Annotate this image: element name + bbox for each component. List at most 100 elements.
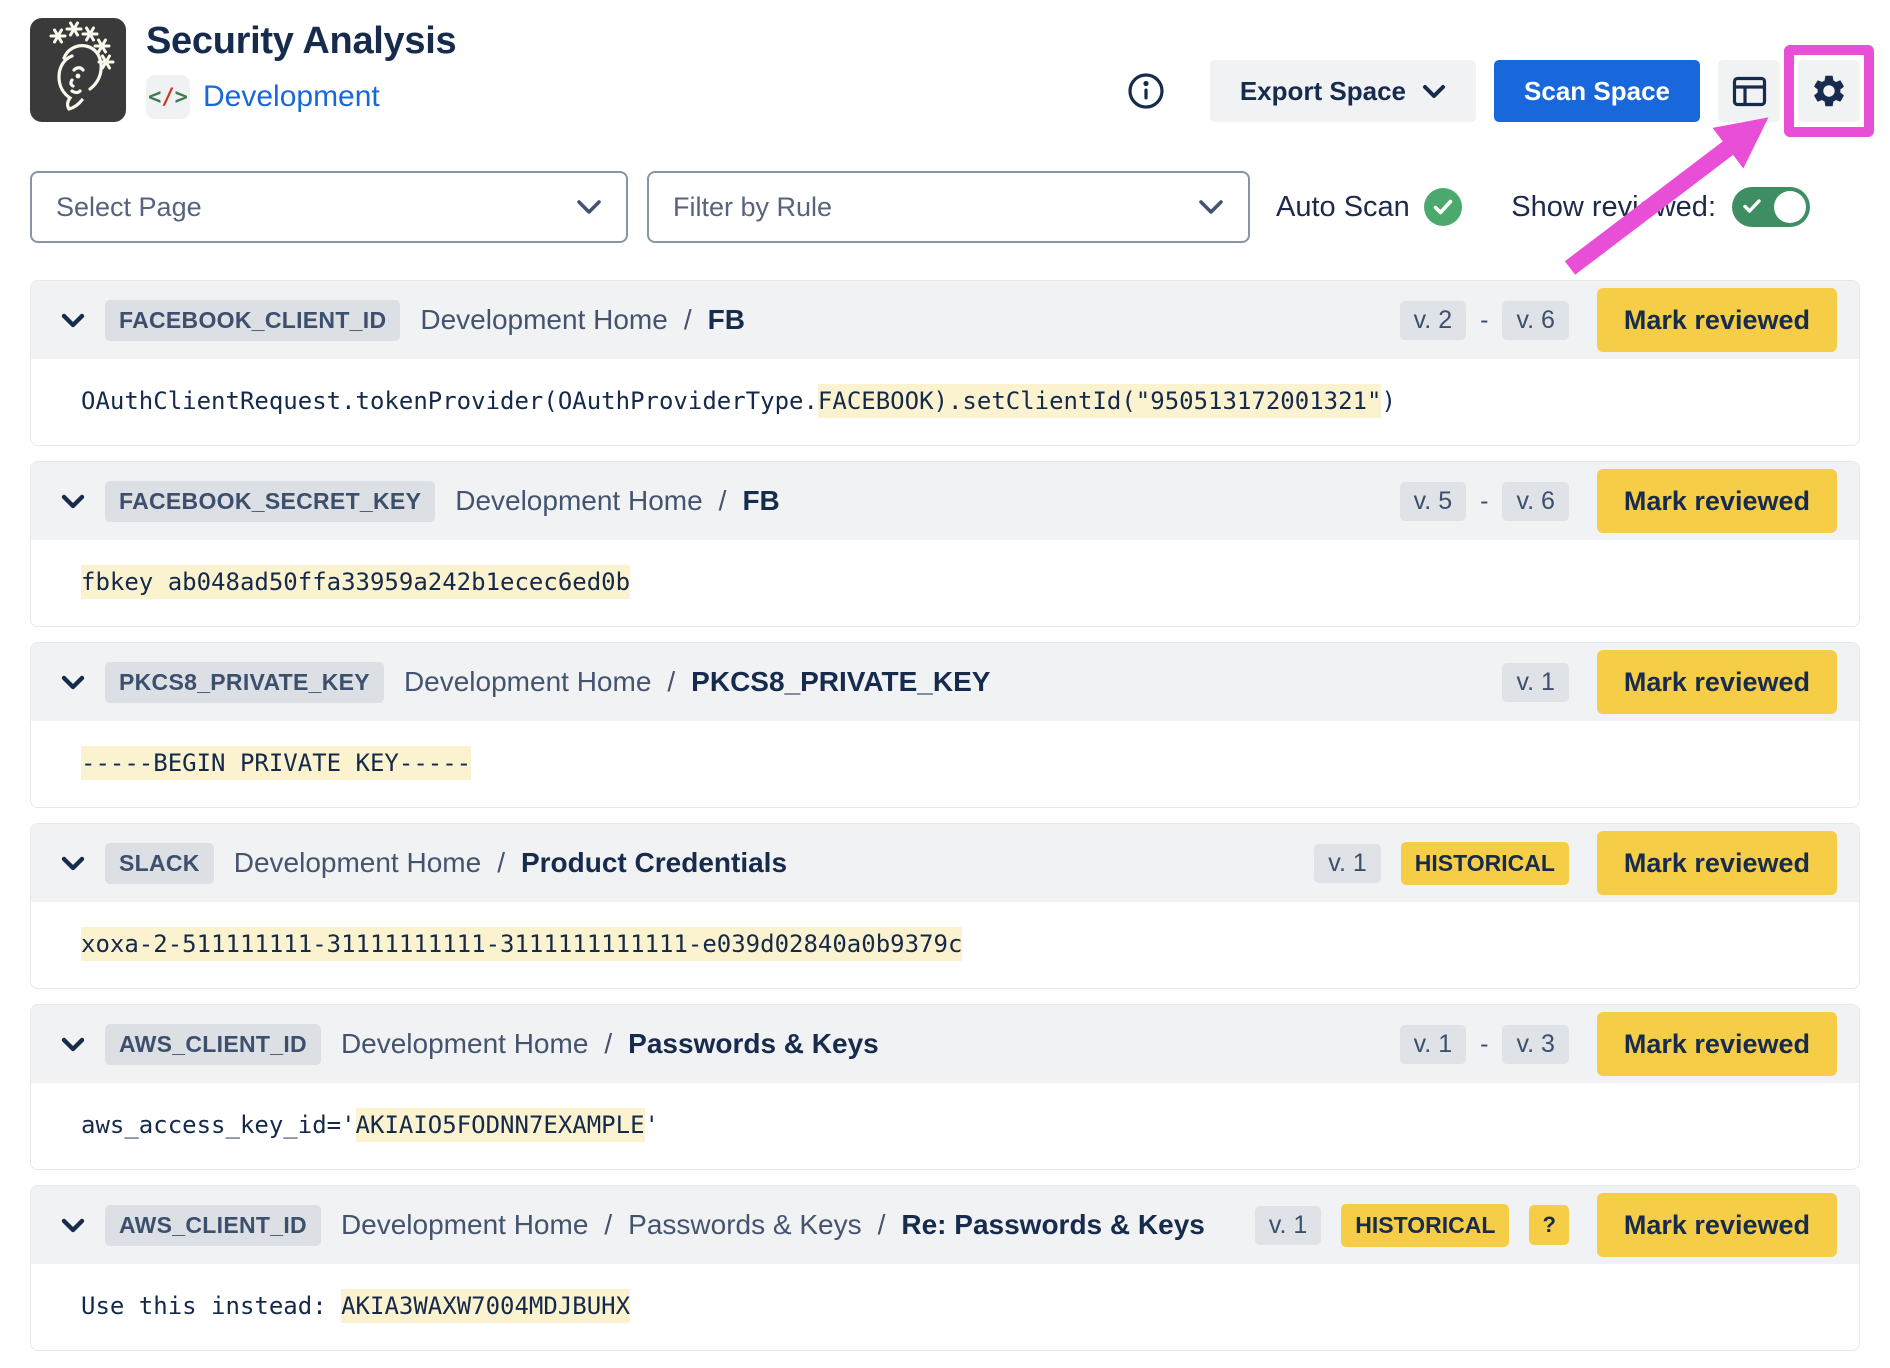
version-range-dash: - [1480, 306, 1488, 335]
chevron-down-icon [576, 199, 602, 215]
rule-badge: FACEBOOK_SECRET_KEY [105, 481, 435, 522]
gear-icon [1810, 72, 1848, 110]
mark-reviewed-button[interactable]: Mark reviewed [1597, 831, 1837, 895]
space-link[interactable]: Development [203, 80, 380, 114]
breadcrumb-item[interactable]: Development Home [341, 1028, 588, 1060]
breadcrumb: Development Home / PKCS8_PRIVATE_KEY [404, 666, 991, 698]
code-text: aws_access_key_id=' [81, 1111, 356, 1139]
finding-header: FACEBOOK_CLIENT_ID Development Home/FB v… [31, 281, 1859, 359]
version-badge: v. 6 [1502, 482, 1568, 521]
breadcrumb: Development Home / FB [455, 485, 780, 517]
rule-badge: FACEBOOK_CLIENT_ID [105, 300, 400, 341]
finding-card: AWS_CLIENT_ID Development Home / Passwords… [30, 1185, 1860, 1351]
breadcrumb-item[interactable]: Development Home [404, 666, 651, 698]
info-icon[interactable] [1126, 71, 1166, 111]
finding-header: AWS_CLIENT_ID Development Home/Passwords… [31, 1005, 1859, 1083]
breadcrumb-separator: / [667, 666, 675, 698]
expand-chevron-icon[interactable] [61, 1037, 85, 1052]
expand-chevron-icon[interactable] [61, 494, 85, 509]
breadcrumb-separator: / [604, 1209, 612, 1241]
sidebar-layout-button[interactable] [1718, 60, 1780, 122]
code-text: Use this instead: [81, 1292, 341, 1320]
secret-highlight: -----BEGIN PRIVATE KEY----- [81, 746, 471, 780]
breadcrumb-item[interactable]: FB [708, 304, 745, 336]
breadcrumb-item[interactable]: Passwords & Keys [628, 1209, 861, 1241]
mark-reviewed-button[interactable]: Mark reviewed [1597, 1193, 1837, 1257]
expand-chevron-icon[interactable] [61, 675, 85, 690]
code-snippet: OAuthClientRequest.tokenProvider(OAuthPr… [81, 384, 1396, 418]
mark-reviewed-button[interactable]: Mark reviewed [1597, 1012, 1837, 1076]
version-badge: v. 3 [1502, 1025, 1568, 1064]
version-badge: v. 1 [1255, 1206, 1321, 1245]
finding-snippet: fbkey ab048ad50ffa33959a242b1ecec6ed0b [31, 540, 1859, 626]
check-icon [1743, 199, 1761, 214]
filter-by-rule-dropdown[interactable]: Filter by Rule [647, 171, 1250, 243]
show-reviewed-label: Show reviewed: [1511, 191, 1716, 224]
check-circle-icon [1424, 188, 1462, 226]
question-badge[interactable]: ? [1529, 1205, 1568, 1245]
version-badge: v. 5 [1400, 482, 1466, 521]
brand-text: Security Analysis </> Development [146, 18, 456, 122]
secret-highlight: AKIA3WAXW7004MDJBUHX [341, 1289, 630, 1323]
finding-snippet: xoxa-2-511111111-31111111111-31111111111… [31, 902, 1859, 988]
settings-button[interactable] [1798, 60, 1860, 122]
breadcrumb-separator: / [878, 1209, 886, 1241]
version-badges: v. 1 [1502, 663, 1568, 702]
finding-header: AWS_CLIENT_ID Development Home / Passwords… [31, 1186, 1859, 1264]
show-reviewed-control: Show reviewed: [1511, 187, 1810, 227]
rule-badge: SLACK [105, 843, 214, 884]
breadcrumb-item[interactable]: Passwords & Keys [628, 1028, 879, 1060]
code-snippet: -----BEGIN PRIVATE KEY----- [81, 746, 471, 780]
version-badge: v. 1 [1314, 844, 1380, 883]
code-text: ) [1381, 387, 1395, 415]
export-space-button[interactable]: Export Space [1210, 60, 1476, 122]
breadcrumb-separator: / [719, 485, 727, 517]
select-page-dropdown[interactable]: Select Page [30, 171, 628, 243]
finding-snippet: aws_access_key_id='AKIAIO5FODNN7EXAMPLE' [31, 1083, 1859, 1169]
auto-scan-label: Auto Scan [1276, 191, 1410, 224]
breadcrumb-item[interactable]: Product Credentials [521, 847, 787, 879]
brand: Security Analysis </> Development [30, 18, 456, 122]
mark-reviewed-button[interactable]: Mark reviewed [1597, 288, 1837, 352]
breadcrumb-item[interactable]: PKCS8_PRIVATE_KEY [691, 666, 990, 698]
breadcrumb-item[interactable]: Development Home [341, 1209, 588, 1241]
breadcrumb-item[interactable]: Development Home [455, 485, 702, 517]
breadcrumb: Development Home/FB [420, 304, 745, 336]
breadcrumb-item[interactable]: Development Home [234, 847, 481, 879]
scan-space-button[interactable]: Scan Space [1494, 60, 1700, 122]
finding-snippet: -----BEGIN PRIVATE KEY----- [31, 721, 1859, 807]
topbar: Security Analysis </> Development Export… [30, 18, 1860, 122]
expand-chevron-icon[interactable] [61, 856, 85, 871]
page-title: Security Analysis [146, 20, 456, 63]
expand-chevron-icon[interactable] [61, 1218, 85, 1233]
historical-badge: HISTORICAL [1401, 842, 1569, 885]
version-range-dash: - [1480, 1030, 1488, 1059]
version-badges: v. 1 [1314, 844, 1380, 883]
finding-card: SLACK Development Home/Product Credentia… [30, 823, 1860, 989]
mark-reviewed-button[interactable]: Mark reviewed [1597, 650, 1837, 714]
version-badges: v. 1-v. 3 [1400, 1025, 1569, 1064]
code-snippet: Use this instead: AKIA3WAXW7004MDJBUHX [81, 1289, 630, 1323]
code-snippet: fbkey ab048ad50ffa33959a242b1ecec6ed0b [81, 565, 630, 599]
expand-chevron-icon[interactable] [61, 313, 85, 328]
breadcrumb-item[interactable]: Re: Passwords & Keys [901, 1209, 1204, 1241]
show-reviewed-toggle[interactable] [1732, 187, 1810, 227]
space-avatar [30, 18, 126, 122]
version-badge: v. 1 [1502, 663, 1568, 702]
finding-snippet: Use this instead: AKIA3WAXW7004MDJBUHX [31, 1264, 1859, 1350]
code-snippet: aws_access_key_id='AKIAIO5FODNN7EXAMPLE' [81, 1108, 659, 1142]
filter-row: Select Page Filter by Rule Auto Scan Sho… [30, 171, 1860, 243]
secret-highlight: xoxa-2-511111111-31111111111-31111111111… [81, 927, 962, 961]
version-badges: v. 2-v. 6 [1400, 301, 1569, 340]
mark-reviewed-button[interactable]: Mark reviewed [1597, 469, 1837, 533]
secret-highlight: AKIAIO5FODNN7EXAMPLE [356, 1108, 645, 1142]
finding-header: PKCS8_PRIVATE_KEY Development Home / PKCS8… [31, 643, 1859, 721]
finding-card: FACEBOOK_SECRET_KEY Development Home/FB … [30, 461, 1860, 627]
chevron-down-icon [1422, 84, 1446, 99]
breadcrumb: Development Home/Passwords & Keys [341, 1028, 879, 1060]
rule-badge: AWS_CLIENT_ID [105, 1205, 321, 1246]
breadcrumb-item[interactable]: Development Home [420, 304, 667, 336]
breadcrumb-item[interactable]: FB [742, 485, 779, 517]
security-analysis-page: Security Analysis </> Development Export… [0, 0, 1890, 1361]
settings-annotation-target [1798, 60, 1860, 122]
